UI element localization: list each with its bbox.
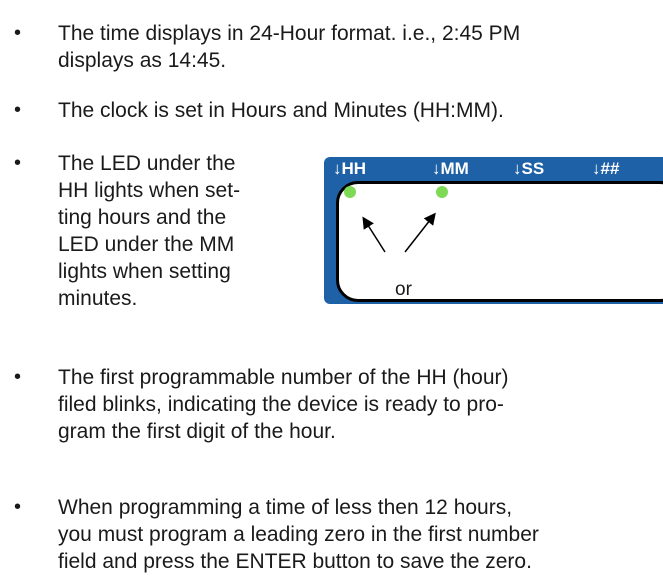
- bullet-dot: •: [14, 366, 22, 388]
- bullet-item: • The clock is set in Hours and Minutes …: [14, 97, 654, 124]
- ss-label: ↓SS: [513, 159, 545, 178]
- bullet-text: The first programmable number of the HH …: [58, 366, 509, 443]
- bullet-dot: •: [14, 152, 22, 174]
- pointer-arrows: [362, 212, 436, 253]
- bullet-item: • The time displays in 24-Hour format. i…: [14, 20, 654, 74]
- bullet-item: • When programming a time of less then 1…: [14, 494, 654, 575]
- bullet-item: • The LED under the HH lights when set- …: [14, 150, 304, 312]
- hh-label: ↓HH: [333, 159, 367, 178]
- hash-label: ↓##: [592, 159, 620, 178]
- bullet-text: The clock is set in Hours and Minutes (H…: [58, 99, 504, 122]
- mm-arrow: [404, 212, 436, 253]
- bullet-dot: •: [14, 22, 22, 44]
- clock-display-panel: ↓HH ↓MM ↓SS ↓## or: [324, 157, 663, 304]
- bullet-dot: •: [14, 496, 22, 518]
- bullet-item: • The first programmable number of the H…: [14, 364, 654, 445]
- display-screen: or: [336, 181, 663, 302]
- mm-label: ↓MM: [432, 159, 469, 178]
- bullet-dot: •: [14, 99, 22, 121]
- bullet-text: When programming a time of less then 12 …: [58, 496, 539, 573]
- bullet-text: The LED under the HH lights when set- ti…: [58, 152, 241, 310]
- bullet-text: The time displays in 24-Hour format. i.e…: [58, 22, 521, 72]
- or-label: or: [395, 279, 412, 300]
- hh-arrow: [362, 216, 386, 253]
